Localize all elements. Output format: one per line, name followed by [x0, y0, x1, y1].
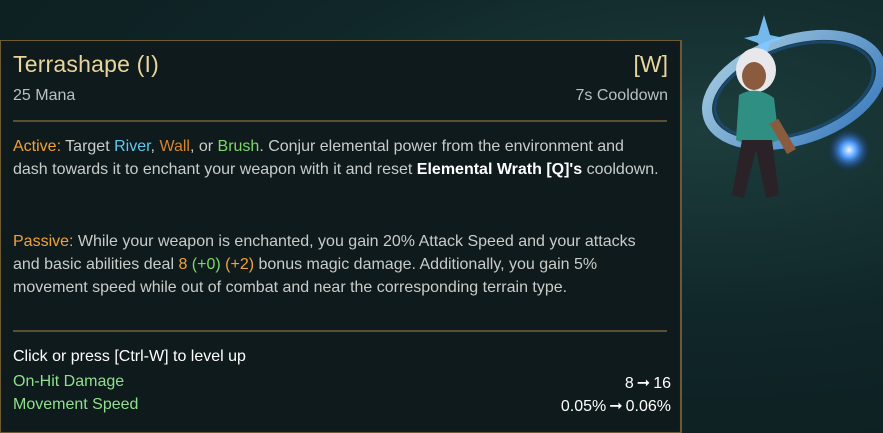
brush-keyword: Brush	[217, 138, 260, 155]
stat-row-movement-speed: Movement Speed 0.05% ➞ 0.06%	[13, 396, 671, 418]
arrow-right-icon: ➞	[609, 398, 623, 415]
ability-cost: 25 Mana	[13, 87, 76, 104]
ad-ratio: (+0)	[191, 256, 221, 273]
active-text-3: , or	[189, 138, 218, 155]
ability-hotkey: [W]	[633, 51, 669, 77]
arrow-right-icon: ➞	[636, 375, 651, 392]
linked-ability-name: Elemental Wrath [Q]'s	[416, 161, 583, 178]
game-background: Terrashape (I) [W] 25 Mana 7s Cooldown A…	[0, 0, 883, 433]
passive-description: Passive: While your weapon is enchanted,…	[13, 230, 663, 299]
tooltip-divider-top	[13, 120, 667, 122]
stat-from: 8	[624, 375, 634, 392]
ability-cooldown: 7s Cooldown	[575, 87, 669, 104]
stat-to: 0.06%	[625, 398, 671, 415]
wall-keyword: Wall	[159, 138, 190, 155]
tooltip-divider-bottom	[13, 330, 667, 332]
active-description: Active: Target River, Wall, or Brush. Co…	[13, 135, 663, 181]
stat-values: 8 ➞ 16	[625, 373, 671, 393]
stat-from: 0.05%	[560, 398, 607, 415]
ability-tooltip: Terrashape (I) [W] 25 Mana 7s Cooldown A…	[0, 40, 682, 433]
active-text-1: Target	[61, 138, 115, 155]
active-text-5: cooldown.	[582, 161, 659, 178]
stat-row-on-hit-damage: On-Hit Damage 8 ➞ 16	[13, 373, 671, 395]
passive-label: Passive:	[13, 233, 74, 250]
ap-ratio: (+2)	[225, 256, 255, 273]
stat-label: Movement Speed	[13, 396, 139, 413]
stat-values: 0.05% ➞ 0.06%	[561, 396, 671, 416]
active-label: Active:	[13, 138, 62, 155]
river-keyword: River	[114, 138, 151, 155]
level-up-hint: Click or press [Ctrl-W] to level up	[13, 348, 246, 365]
stat-label: On-Hit Damage	[13, 373, 125, 390]
ability-name: Terrashape (I)	[13, 51, 159, 77]
stat-to: 16	[653, 375, 671, 392]
champion-portrait	[702, 15, 883, 198]
damage-value: 8	[178, 256, 188, 273]
